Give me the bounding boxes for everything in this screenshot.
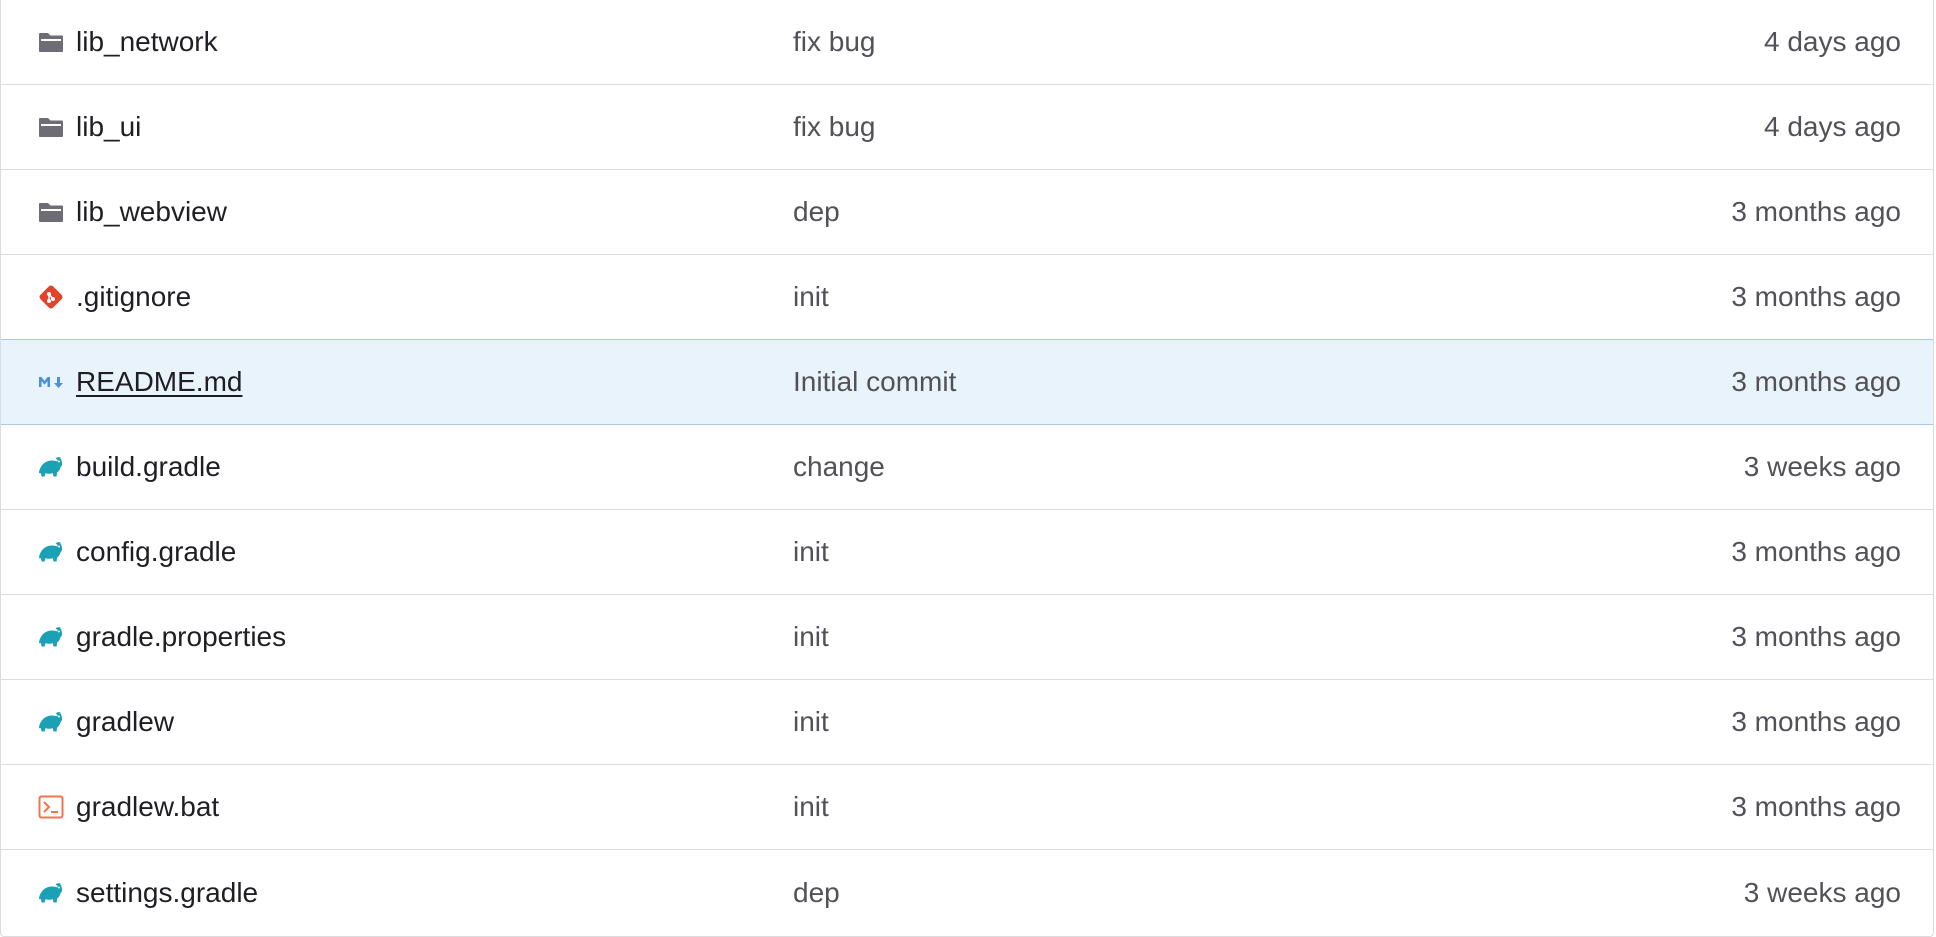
table-row[interactable]: config.gradle init 3 months ago bbox=[1, 510, 1933, 595]
commit-message[interactable]: change bbox=[793, 451, 885, 483]
table-row[interactable]: lib_network fix bug 4 days ago bbox=[1, 0, 1933, 85]
file-name-cell[interactable]: settings.gradle bbox=[37, 877, 258, 909]
file-name[interactable]: lib_network bbox=[76, 26, 218, 58]
file-name-cell[interactable]: lib_ui bbox=[37, 111, 141, 143]
last-update: 3 months ago bbox=[1731, 536, 1901, 567]
file-name-cell[interactable]: .gitignore bbox=[37, 281, 191, 313]
last-update: 3 weeks ago bbox=[1743, 877, 1901, 908]
folder-icon bbox=[37, 113, 65, 141]
table-row[interactable]: gradle.properties init 3 months ago bbox=[1, 595, 1933, 680]
commit-message[interactable]: init bbox=[793, 706, 829, 738]
file-name[interactable]: lib_ui bbox=[76, 111, 141, 143]
file-name-cell[interactable]: README.md bbox=[37, 366, 242, 398]
file-name-cell[interactable]: config.gradle bbox=[37, 536, 236, 568]
file-name-cell[interactable]: gradlew bbox=[37, 706, 174, 738]
table-row[interactable]: .gitignore init 3 months ago bbox=[1, 255, 1933, 340]
table-row[interactable]: gradlew init 3 months ago bbox=[1, 680, 1933, 765]
commit-message[interactable]: init bbox=[793, 791, 829, 823]
commit-message[interactable]: dep bbox=[793, 196, 840, 228]
file-table: lib_network fix bug 4 days ago lib_ui fi… bbox=[0, 0, 1934, 937]
file-name-cell[interactable]: lib_webview bbox=[37, 196, 227, 228]
file-name[interactable]: config.gradle bbox=[76, 536, 236, 568]
last-update: 4 days ago bbox=[1764, 26, 1901, 57]
table-row[interactable]: lib_webview dep 3 months ago bbox=[1, 170, 1933, 255]
gradle-icon bbox=[37, 453, 65, 481]
last-update: 3 months ago bbox=[1731, 791, 1901, 822]
file-name-cell[interactable]: lib_network bbox=[37, 26, 218, 58]
file-name[interactable]: gradlew.bat bbox=[76, 791, 219, 823]
file-name[interactable]: .gitignore bbox=[76, 281, 191, 313]
commit-message[interactable]: init bbox=[793, 621, 829, 653]
table-row[interactable]: gradlew.bat init 3 months ago bbox=[1, 765, 1933, 850]
git-icon bbox=[37, 283, 65, 311]
commit-message[interactable]: init bbox=[793, 536, 829, 568]
file-name[interactable]: gradle.properties bbox=[76, 621, 286, 653]
terminal-icon bbox=[37, 793, 65, 821]
commit-message[interactable]: fix bug bbox=[793, 111, 876, 143]
table-row[interactable]: settings.gradle dep 3 weeks ago bbox=[1, 850, 1933, 936]
last-update: 3 weeks ago bbox=[1743, 451, 1901, 482]
folder-icon bbox=[37, 198, 65, 226]
file-name[interactable]: gradlew bbox=[76, 706, 174, 738]
table-row[interactable]: build.gradle change 3 weeks ago bbox=[1, 425, 1933, 510]
file-name-cell[interactable]: build.gradle bbox=[37, 451, 221, 483]
file-name[interactable]: README.md bbox=[76, 366, 242, 398]
commit-message[interactable]: fix bug bbox=[793, 26, 876, 58]
table-row[interactable]: README.md Initial commit 3 months ago bbox=[1, 339, 1933, 425]
file-name[interactable]: settings.gradle bbox=[76, 877, 258, 909]
gradle-icon bbox=[37, 623, 65, 651]
gradle-icon bbox=[37, 708, 65, 736]
last-update: 4 days ago bbox=[1764, 111, 1901, 142]
last-update: 3 months ago bbox=[1731, 366, 1901, 397]
file-name-cell[interactable]: gradlew.bat bbox=[37, 791, 219, 823]
gradle-icon bbox=[37, 879, 65, 907]
file-name[interactable]: build.gradle bbox=[76, 451, 221, 483]
file-name[interactable]: lib_webview bbox=[76, 196, 227, 228]
file-name-cell[interactable]: gradle.properties bbox=[37, 621, 286, 653]
last-update: 3 months ago bbox=[1731, 196, 1901, 227]
last-update: 3 months ago bbox=[1731, 281, 1901, 312]
table-row[interactable]: lib_ui fix bug 4 days ago bbox=[1, 85, 1933, 170]
commit-message[interactable]: init bbox=[793, 281, 829, 313]
commit-message[interactable]: dep bbox=[793, 877, 840, 909]
folder-icon bbox=[37, 28, 65, 56]
commit-message[interactable]: Initial commit bbox=[793, 366, 956, 398]
last-update: 3 months ago bbox=[1731, 621, 1901, 652]
markdown-icon bbox=[37, 368, 65, 396]
gradle-icon bbox=[37, 538, 65, 566]
last-update: 3 months ago bbox=[1731, 706, 1901, 737]
